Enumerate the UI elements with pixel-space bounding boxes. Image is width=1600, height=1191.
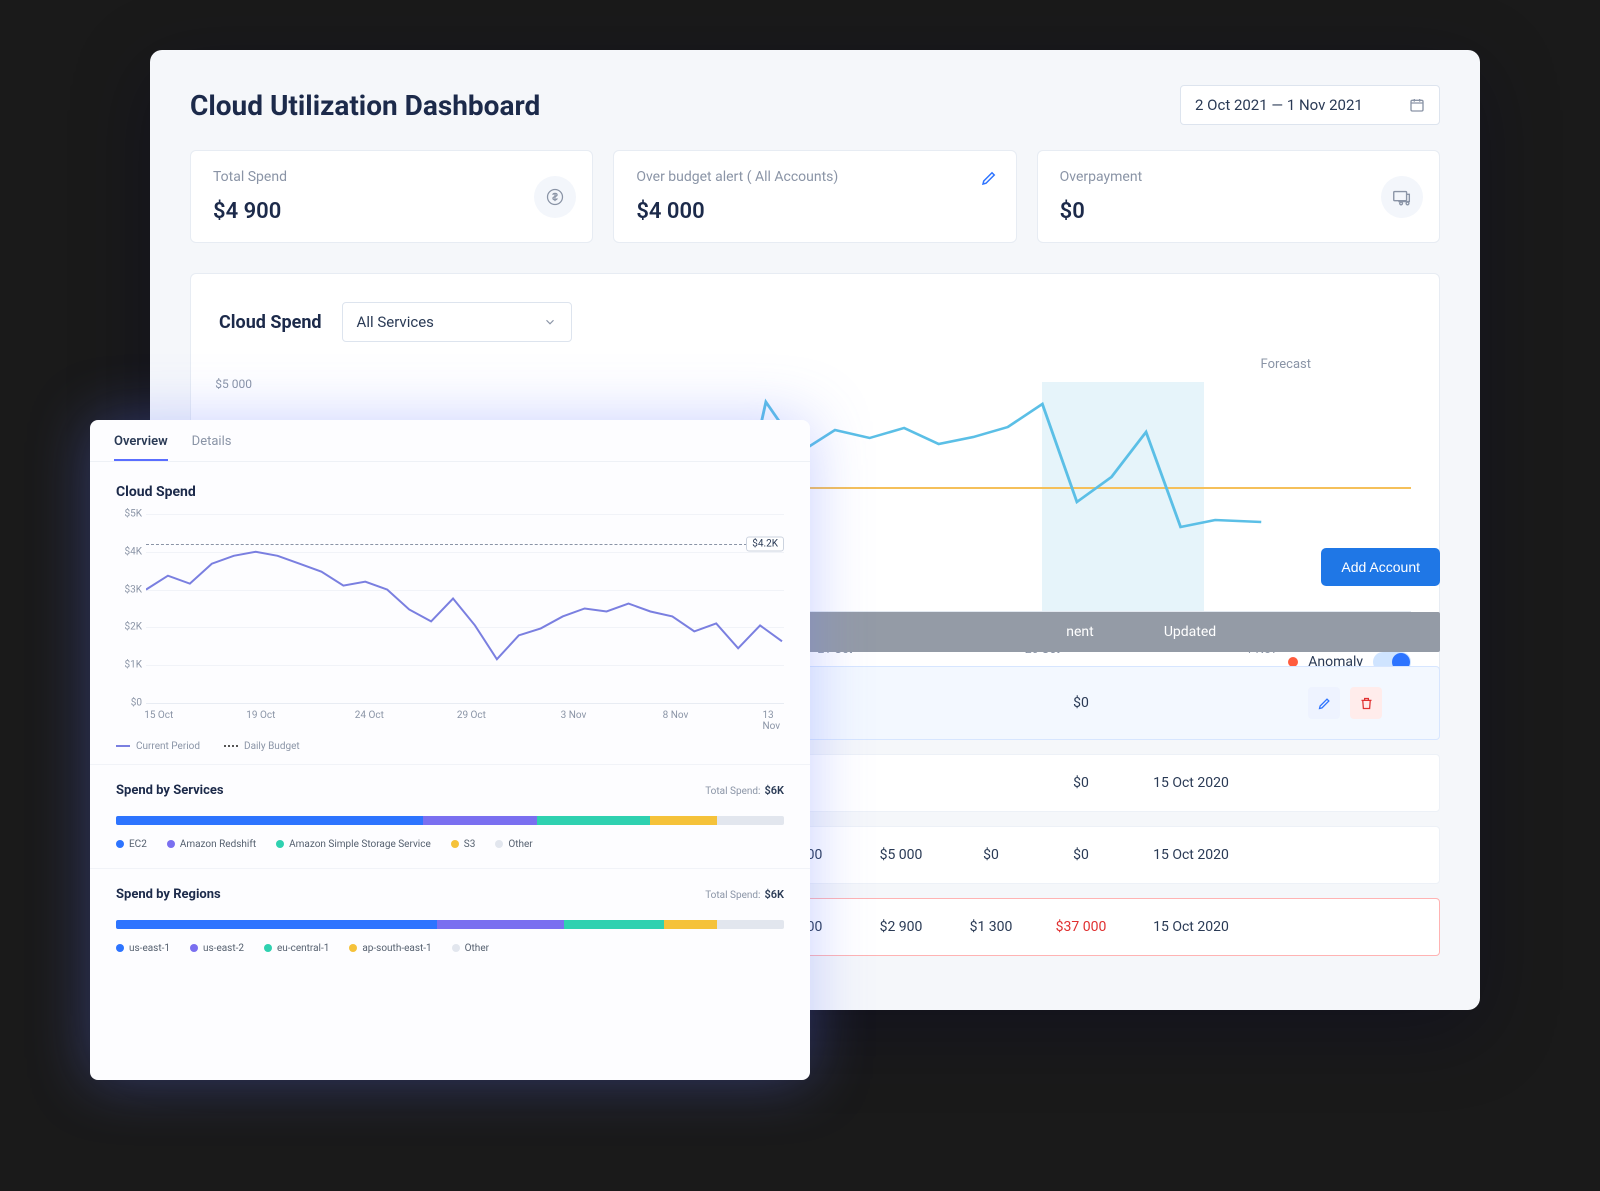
services-title: Spend by Services [116, 783, 224, 798]
chevron-down-icon [543, 315, 557, 329]
card-title: Overpayment [1060, 169, 1417, 185]
cell: $0 [951, 827, 1031, 883]
legend-current: Current Period [136, 741, 200, 752]
y-tick: $3K [116, 584, 142, 595]
date-range-picker[interactable]: 2 Oct 2021 — 1 Nov 2021 [1180, 85, 1440, 125]
card-value: $4 900 [213, 199, 570, 224]
y-tick: $5 000 [204, 377, 252, 391]
mini-x-axis: 15 Oct 19 Oct 24 Oct 29 Oct 3 Nov 8 Nov … [146, 704, 784, 729]
date-range-text: 2 Oct 2021 — 1 Nov 2021 [1195, 96, 1363, 114]
total-value: $6K [764, 784, 784, 797]
spend-by-services-section: Spend by Services Total Spend: $6K EC2 Am… [90, 764, 810, 868]
summary-cards: Total Spend $4 900 Over budget alert ( A… [190, 150, 1440, 243]
services-legend: EC2 Amazon Redshift Amazon Simple Storag… [116, 839, 784, 850]
services-select-value: All Services [357, 313, 434, 331]
tab-overview[interactable]: Overview [114, 434, 168, 461]
legend-item: eu-central-1 [277, 943, 329, 954]
total-label: Total Spend: [705, 890, 760, 901]
budget-alert-card: Over budget alert ( All Accounts) $4 000 [613, 150, 1016, 243]
x-tick: 24 Oct [355, 710, 384, 721]
overview-panel: Overview Details Cloud Spend $5K $4K $3K… [90, 420, 810, 1080]
x-tick: 3 Nov [561, 710, 587, 721]
regions-legend: us-east-1 us-east-2 eu-central-1 ap-sout… [116, 943, 784, 954]
regions-bar [116, 920, 784, 929]
services-select[interactable]: All Services [342, 302, 572, 342]
regions-title: Spend by Regions [116, 887, 221, 902]
spend-title: Cloud Spend [219, 312, 322, 333]
dollar-icon [534, 176, 576, 218]
cell-amount: $0 [1031, 755, 1131, 811]
legend-item: ap-south-east-1 [362, 943, 431, 954]
overpayment-card: Overpayment $0 [1037, 150, 1440, 243]
card-title: Over budget alert ( All Accounts) [636, 169, 993, 185]
legend-item: Other [508, 839, 532, 850]
mini-legend: Current Period Daily Budget [116, 741, 784, 752]
calendar-icon [1409, 97, 1425, 113]
cell: $5 000 [851, 827, 951, 883]
cell: $2 900 [851, 899, 951, 955]
x-tick: 29 Oct [457, 710, 486, 721]
x-tick: 8 Nov [663, 710, 689, 721]
cell-amount: $0 [1031, 675, 1131, 731]
services-bar [116, 816, 784, 825]
mini-line [146, 514, 784, 703]
legend-item: S3 [464, 839, 476, 850]
total-spend-card: Total Spend $4 900 [190, 150, 593, 243]
y-tick: $4K [116, 546, 142, 557]
page-title: Cloud Utilization Dashboard [190, 89, 540, 122]
cell-amount: $37 000 [1031, 899, 1131, 955]
legend-item: Other [465, 943, 489, 954]
y-tick: $5K [116, 509, 142, 520]
cell-updated: 15 Oct 2020 [1131, 755, 1251, 811]
y-tick: $1K [116, 660, 142, 671]
cell-updated: 15 Oct 2020 [1131, 899, 1251, 955]
spend-by-regions-section: Spend by Regions Total Spend: $6K us-east… [90, 868, 810, 972]
add-account-button[interactable]: Add Account [1321, 548, 1440, 586]
edit-row-button[interactable] [1308, 687, 1340, 719]
legend-budget: Daily Budget [244, 741, 300, 752]
tab-details[interactable]: Details [192, 434, 232, 461]
forecast-label: Forecast [1261, 357, 1311, 372]
legend-item: EC2 [129, 839, 147, 850]
col-header-updated: Updated [1130, 612, 1250, 652]
card-title: Total Spend [213, 169, 570, 185]
edit-icon[interactable] [980, 169, 998, 191]
legend-item: us-east-2 [203, 943, 244, 954]
spend-panel-header: Cloud Spend All Services [219, 302, 1411, 342]
cell-amount: $0 [1031, 827, 1131, 883]
mini-spend-chart: $5K $4K $3K $2K $1K $0 $4.2K [146, 514, 784, 704]
total-label: Total Spend: [705, 786, 760, 797]
y-tick: $2K [116, 622, 142, 633]
delete-row-button[interactable] [1350, 687, 1382, 719]
x-tick: 19 Oct [246, 710, 275, 721]
legend-item: us-east-1 [129, 943, 170, 954]
legend-item: Amazon Simple Storage Service [289, 839, 431, 850]
x-tick: 13 Nov [762, 710, 780, 732]
cloud-alert-icon [1381, 176, 1423, 218]
legend-item: Amazon Redshift [180, 839, 256, 850]
col-header: nent [1030, 612, 1130, 652]
tabs: Overview Details [90, 420, 810, 462]
cell: $1 300 [951, 899, 1031, 955]
x-tick: 15 Oct [144, 710, 173, 721]
total-value: $6K [764, 888, 784, 901]
cloud-spend-title: Cloud Spend [116, 484, 784, 500]
cloud-spend-section: Cloud Spend $5K $4K $3K $2K $1K $0 $4.2K… [90, 462, 810, 764]
cell-updated: 15 Oct 2020 [1131, 827, 1251, 883]
y-tick: $0 [116, 698, 142, 709]
card-value: $0 [1060, 199, 1417, 224]
dashboard-header: Cloud Utilization Dashboard 2 Oct 2021 —… [190, 85, 1440, 125]
card-value: $4 000 [636, 199, 993, 224]
